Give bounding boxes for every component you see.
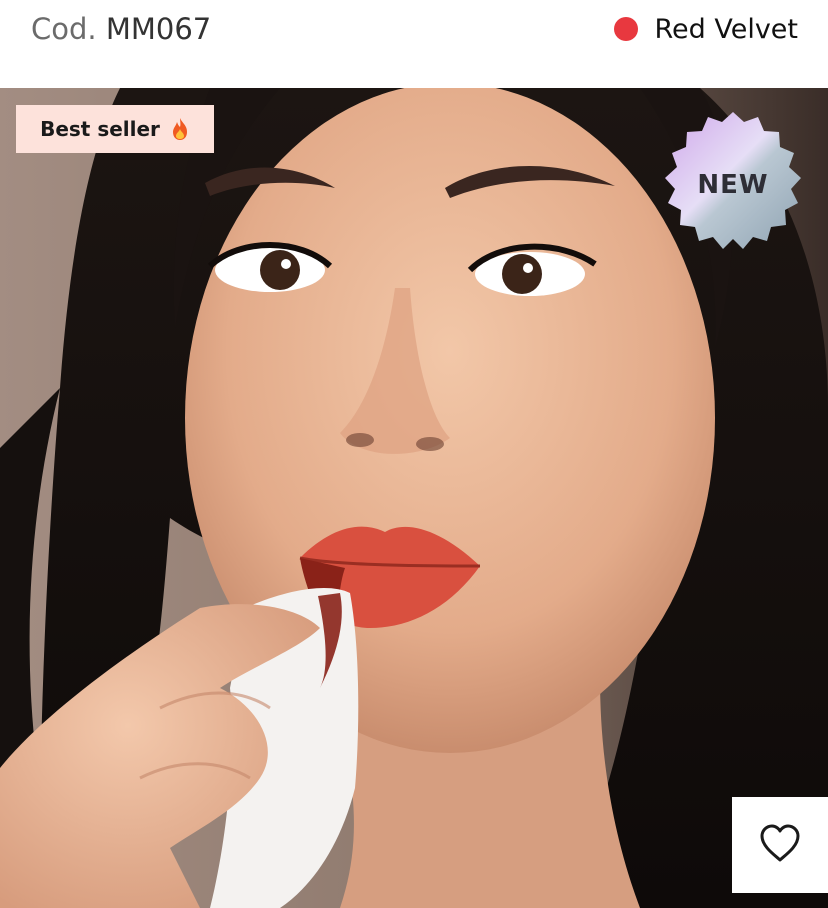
wishlist-button[interactable] [732, 797, 828, 893]
fire-icon [170, 117, 190, 141]
new-badge: NEW [656, 108, 810, 262]
product-code-value: MM067 [105, 12, 212, 46]
shade-swatch [614, 17, 639, 41]
shade-selector[interactable]: Red Velvet [614, 10, 798, 48]
heart-outline-icon [758, 823, 802, 868]
best-seller-badge: Best seller [16, 105, 214, 153]
best-seller-label: Best seller [40, 117, 160, 141]
product-header: Cod. MM067 Red Velvet [0, 0, 828, 89]
product-card: Cod. MM067 Red Velvet Best seller NEW [0, 0, 828, 908]
product-code: Cod. MM067 [31, 10, 211, 48]
shade-name: Red Velvet [654, 13, 798, 45]
new-label: NEW [697, 170, 769, 200]
product-code-prefix: Cod. [31, 12, 97, 46]
